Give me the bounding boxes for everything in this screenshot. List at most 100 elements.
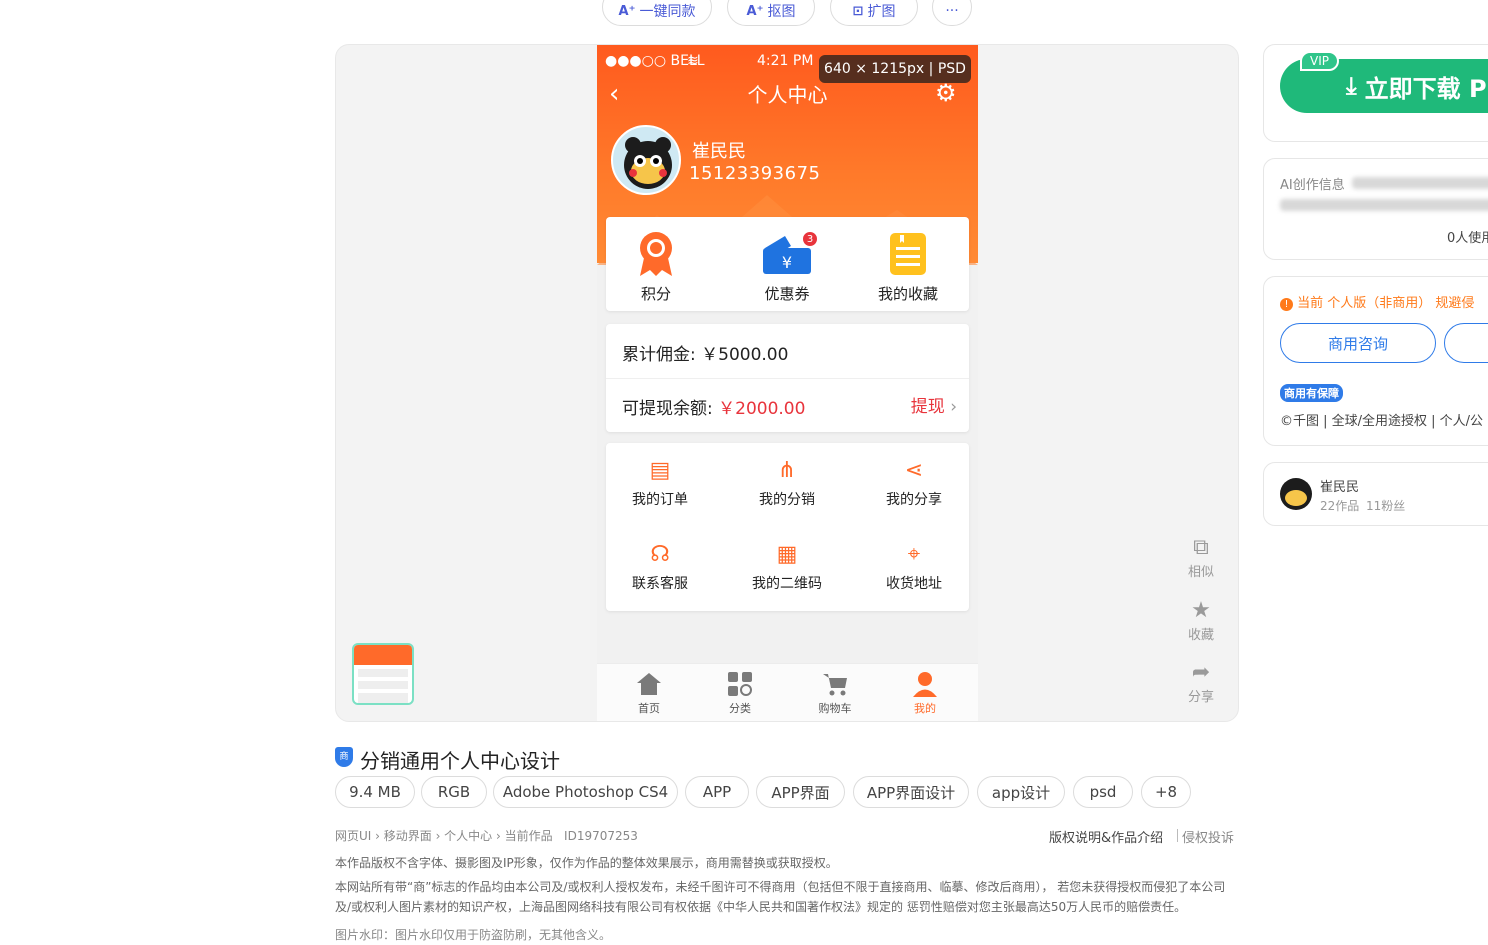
notice-legal: 本网站所有带“商”标志的作品均由本公司及/或权利人授权发布，未经千图许可不得商用… (335, 880, 1226, 914)
license-text: ©千图 | 全球/全用途授权 | 个人/公 (1280, 414, 1484, 429)
menu-item-distribution[interactable]: ⋔ 我的分销 (727, 457, 847, 509)
commercial-shield-icon: 商 (335, 747, 353, 767)
tag-chip[interactable]: APP界面设计 (853, 776, 969, 808)
breadcrumb[interactable]: 网页UI › 移动界面 › 个人中心 › 当前作品 ID19707253 (335, 827, 638, 844)
quick-item-points[interactable]: 积分 (606, 229, 706, 304)
share-label: 分享 (1187, 690, 1214, 705)
author-name[interactable]: 崔民民 (1320, 476, 1359, 495)
menu-item-orders[interactable]: ▤ 我的订单 (600, 457, 720, 509)
expand-button[interactable]: ⊡ 扩图 (830, 0, 918, 26)
expand-label: 扩图 (867, 4, 896, 20)
divider (606, 378, 969, 379)
notice-font: 本作品版权不含字体、摄影图及IP形象，仅作为作品的整体效果展示，商用需替换或获取… (335, 856, 838, 870)
tab-home[interactable]: 首页 (619, 670, 679, 716)
tag-chip: RGB (421, 776, 487, 808)
tag-chip[interactable]: psd (1073, 776, 1133, 808)
one-click-same-button[interactable]: A⁺ 一键同款 (602, 0, 712, 26)
link-divider (1177, 829, 1178, 842)
avatar[interactable] (611, 125, 681, 195)
quick-item-favorites[interactable]: 我的收藏 (858, 229, 958, 304)
tab-category[interactable]: 分类 (710, 670, 770, 716)
tab-label: 分类 (729, 702, 751, 715)
settings-icon[interactable]: ⚙ (935, 79, 957, 107)
user-name: 崔民民 (692, 141, 746, 162)
menu-item-customer-service[interactable]: ☊ 联系客服 (600, 541, 720, 593)
guarantee-badge: 商用有保障 (1280, 384, 1343, 402)
tab-bar: 首页 分类 购物车 我的 (597, 663, 978, 721)
wifi-icon: ≋ (687, 53, 699, 69)
ai-info-box: AI创作信息 0人使用 (1263, 158, 1488, 260)
location-icon: ⌖ (907, 542, 921, 567)
page-title: 分销通用个人中心设计 (360, 749, 560, 773)
qrcode-icon: ▦ (776, 542, 798, 567)
withdraw-button[interactable]: 提现 › (911, 392, 957, 417)
tag-chip[interactable]: app设计 (977, 776, 1065, 808)
report-link[interactable]: 侵权投诉 (1182, 827, 1234, 846)
thumbnail[interactable] (352, 643, 414, 705)
order-icon: ▤ (649, 458, 671, 483)
menu-item-qrcode[interactable]: ▦ 我的二维码 (727, 541, 847, 593)
total-commission-value: ￥5000.00 (701, 345, 789, 365)
coupon-badge: 3 (802, 231, 818, 247)
menu-item-address[interactable]: ⌖ 收货地址 (854, 541, 974, 593)
medal-icon (629, 229, 683, 279)
distribution-icon: ⋔ (777, 458, 797, 483)
expand-icon: ⊡ (852, 3, 864, 19)
share-button[interactable]: ➦ 分享 (1179, 660, 1223, 705)
license-box: ! 当前 个人版（非商用） 规避侵 商用咨询 商用有保障 ©千图 | 全球/全用… (1263, 276, 1488, 446)
similar-button[interactable]: ⧉ 相似 (1179, 535, 1223, 580)
preview-panel: ●●●○○ BELL ≋ 4:21 PM 640 × 1215px | PSD … (335, 44, 1239, 722)
menu-label: 联系客服 (632, 576, 688, 592)
tab-mine[interactable]: 我的 (895, 670, 955, 716)
cutout-label: 抠图 (767, 4, 796, 20)
author-avatar[interactable] (1280, 478, 1312, 510)
menu-label: 收货地址 (886, 576, 942, 592)
download-icon: ⤓ (1346, 72, 1357, 100)
copyright-link[interactable]: 版权说明&作品介绍 (1049, 827, 1163, 846)
svg-text:¥: ¥ (782, 253, 792, 272)
usage-count: 0人使用 (1447, 231, 1488, 246)
license-note: ! 当前 个人版（非商用） 规避侵 (1280, 292, 1474, 311)
cutout-button[interactable]: A⁺ 抠图 (727, 0, 815, 26)
withdrawable-value: ￥2000.00 (718, 399, 806, 419)
info-icon: ! (1280, 298, 1293, 311)
shield-text: 商 (339, 752, 349, 762)
tab-cart[interactable]: 购物车 (805, 670, 865, 716)
more-tags-button[interactable]: +8 (1141, 776, 1191, 808)
quick-label: 我的收藏 (877, 285, 938, 303)
share-arrow-icon: ➦ (1191, 660, 1211, 685)
commercial-consult-button[interactable]: 商用咨询 (1280, 323, 1436, 363)
tab-label: 购物车 (818, 702, 852, 715)
chevron-right-icon: › (950, 397, 957, 417)
ai-icon: A⁺ (618, 3, 636, 19)
user-phone: 15123393675 (689, 163, 821, 184)
one-click-label: 一键同款 (639, 4, 696, 20)
menu-label: 我的分销 (759, 492, 815, 508)
quick-label: 优惠券 (764, 285, 810, 303)
collect-button[interactable]: ★ 收藏 (1179, 598, 1223, 643)
withdrawable-balance: 可提现余额: ￥2000.00 (622, 394, 805, 419)
menu-label: 我的订单 (632, 492, 688, 508)
menu-item-share[interactable]: ⋖ 我的分享 (854, 457, 974, 509)
download-label: 立即下载 P (1364, 74, 1487, 103)
category-icon (728, 672, 752, 696)
status-time: 4:21 PM (757, 53, 814, 69)
author-box: 崔民民 22作品 11粉丝 (1263, 462, 1488, 526)
tag-chip[interactable]: Adobe Photoshop CS4 (493, 776, 678, 808)
blurred-text (1280, 199, 1488, 211)
secondary-button[interactable] (1444, 323, 1488, 363)
more-button[interactable]: ··· (932, 0, 972, 26)
user-icon (913, 672, 937, 697)
star-icon: ★ (1191, 598, 1211, 623)
total-commission-label: 累计佣金: (622, 345, 696, 365)
commercial-consult-label: 商用咨询 (1327, 334, 1388, 353)
author-fans: 11粉丝 (1366, 499, 1406, 513)
more-label: ··· (945, 3, 959, 19)
home-icon (637, 673, 661, 695)
download-box: ⤓ 立即下载 P VIP (1263, 44, 1488, 142)
tag-chip[interactable]: APP界面 (756, 776, 845, 808)
withdraw-label: 提现 (910, 397, 945, 417)
favorites-icon (881, 229, 935, 279)
tag-chip[interactable]: APP (685, 776, 749, 808)
quick-item-coupons[interactable]: ¥ 3 优惠券 (737, 229, 837, 304)
